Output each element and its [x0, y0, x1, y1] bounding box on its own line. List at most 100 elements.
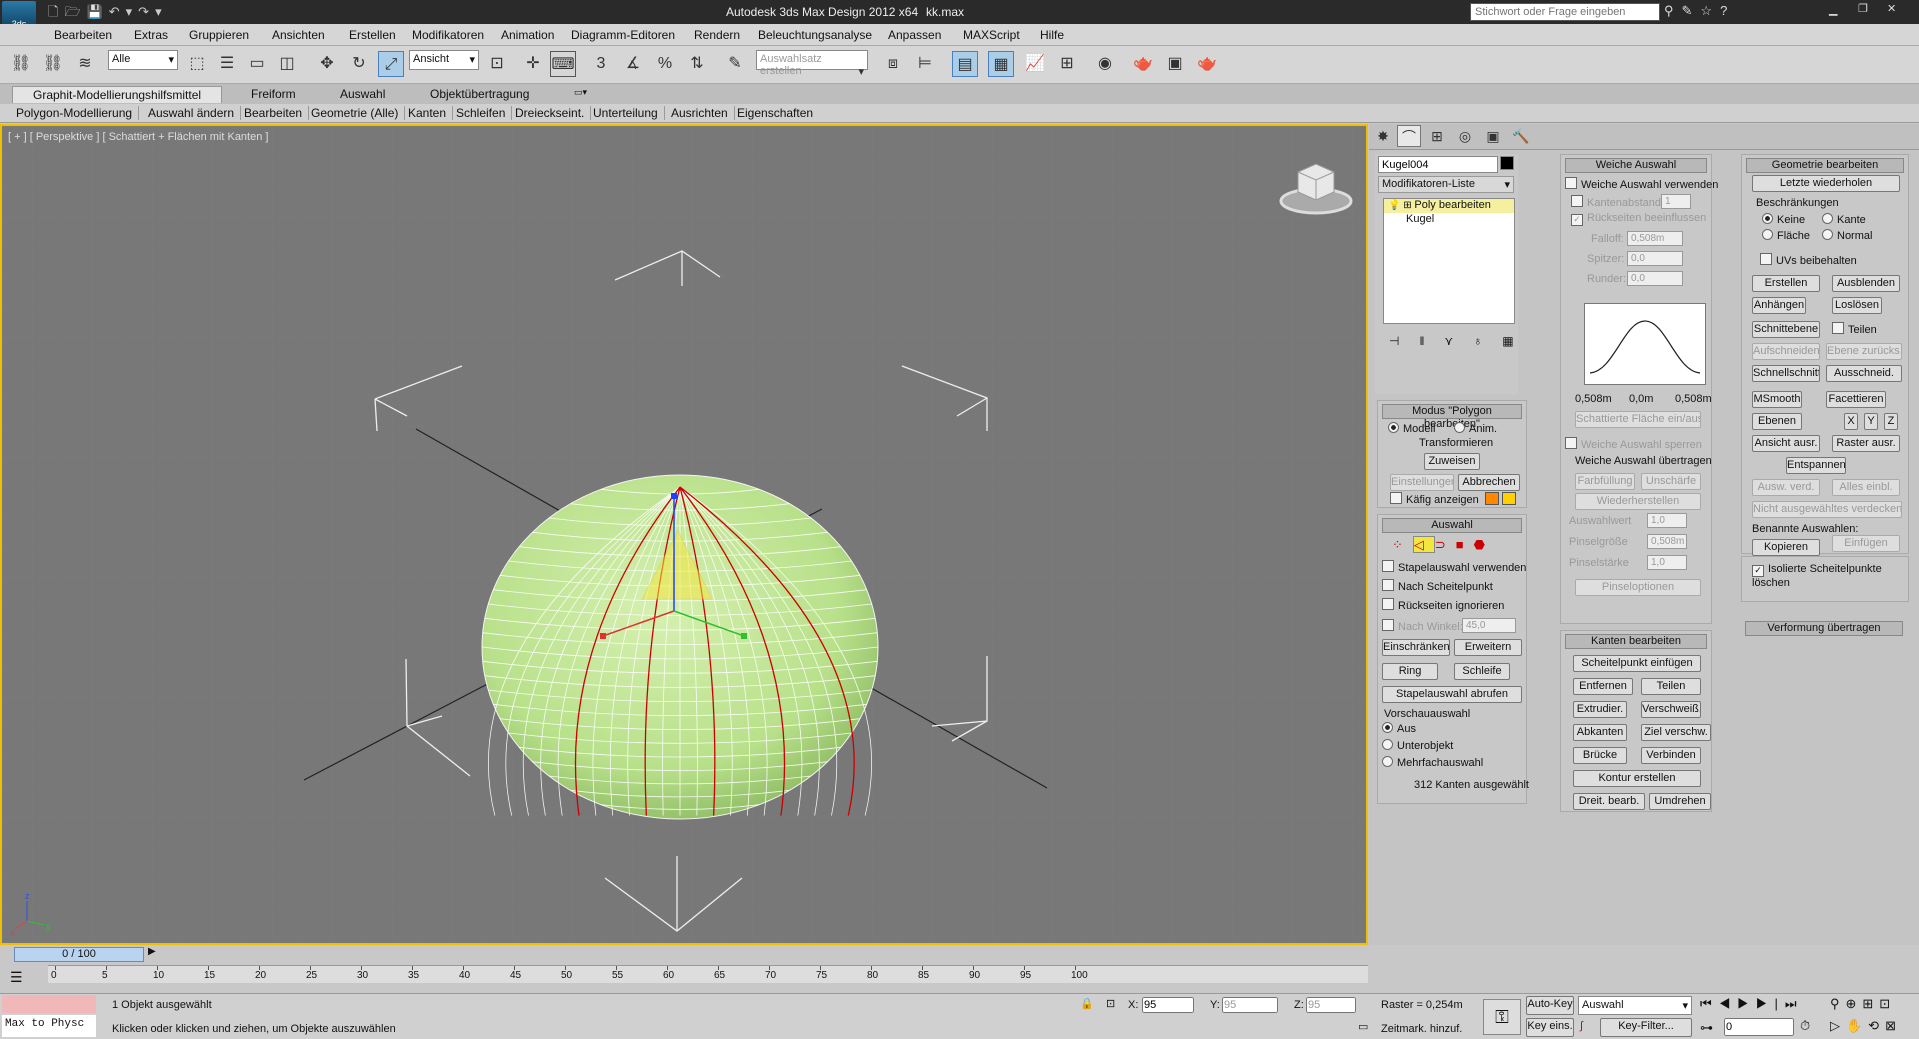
z-coord-input[interactable] [1306, 997, 1356, 1013]
reference-coord-dropdown[interactable]: Ansicht ▾ [409, 50, 479, 70]
runder-spinner[interactable]: 0,0 [1627, 271, 1683, 286]
bind-spacewarp-icon[interactable]: ≋ [72, 51, 98, 77]
move-icon[interactable]: ✥ [314, 51, 340, 77]
menu-diagramm-editoren[interactable]: Diagramm-Editoren [571, 28, 675, 42]
manipulate-icon[interactable]: ✛ [520, 51, 546, 77]
einstellungen-button[interactable]: Einstellungen [1390, 474, 1454, 491]
material-editor-icon[interactable]: ◉ [1092, 51, 1118, 77]
viewport-scene[interactable]: z x y [2, 126, 1366, 943]
ring-button[interactable]: Ring [1382, 663, 1438, 680]
subobject-level-icons[interactable]: ⁘◁⊃■⬣ [1392, 536, 1495, 553]
display-tab-icon[interactable]: ▣ [1481, 125, 1505, 147]
kantenabstand-checkbox[interactable]: Kantenabstand: [1571, 195, 1664, 209]
restore-button[interactable]: ❐ [1858, 2, 1868, 15]
letzte-wiederholen-button[interactable]: Letzte wiederholen [1752, 175, 1900, 192]
radio-kante[interactable]: Kante [1822, 213, 1866, 226]
auto-key-button[interactable]: Auto-Key [1526, 996, 1574, 1015]
falloff-spinner[interactable]: 0,508m [1627, 231, 1683, 246]
cage-color-2[interactable] [1502, 492, 1516, 505]
select-object-icon[interactable]: ⬚ [184, 51, 210, 77]
percent-snap-icon[interactable]: % [652, 51, 678, 77]
panel-bearbeiten[interactable]: Bearbeiten [244, 106, 310, 120]
radio-keine[interactable]: Keine [1762, 213, 1805, 226]
dreit-bearb-button[interactable]: Dreit. bearb. [1573, 793, 1645, 810]
ebene-zuruecks-button[interactable]: Ebene zurücks. [1826, 343, 1902, 360]
panel-geometrie[interactable]: Geometrie (Alle) [311, 106, 406, 120]
schematic-view-icon[interactable]: ⊞ [1054, 51, 1080, 77]
verschweissen-button[interactable]: Verschweiß. [1641, 701, 1701, 718]
modifier-list-dropdown[interactable]: Modifikatoren-Liste ▾ [1378, 176, 1514, 193]
pinselgroesse-spinner[interactable]: 0,508m [1647, 534, 1687, 549]
nicht-ausgewaehltes-button[interactable]: Nicht ausgewähltes verdecken [1752, 501, 1902, 518]
viewport-perspective[interactable]: [ + ] [ Perspektive ] [ Schattiert + Flä… [0, 124, 1368, 945]
menu-extras[interactable]: Extras [134, 28, 168, 42]
tab-auswahl[interactable]: Auswahl [340, 87, 385, 101]
snaps-3d-icon[interactable]: 3 [588, 51, 614, 77]
curve-editor-mini-icon[interactable]: ☰ [10, 969, 23, 986]
soft-selection-header[interactable]: Weiche Auswahl [1565, 158, 1707, 173]
rect-selection-icon[interactable]: ▭ [244, 51, 270, 77]
motion-tab-icon[interactable]: ◎ [1453, 125, 1477, 147]
pivot-icon[interactable]: ⊡ [484, 51, 510, 77]
rueckseiten-ignorieren-checkbox[interactable]: Rückseiten ignorieren [1382, 598, 1504, 612]
time-slider[interactable]: 0 / 100 [14, 947, 144, 962]
ausschneiden-button[interactable]: Ausschneid. [1826, 365, 1902, 382]
anhaengen-button[interactable]: Anhängen [1752, 297, 1806, 314]
bruecke-button[interactable]: Brücke [1573, 747, 1627, 764]
verbinden-button[interactable]: Verbinden [1641, 747, 1701, 764]
align-icon[interactable]: ⊨ [912, 51, 938, 77]
verformung-uebertragen-header[interactable]: Verformung übertragen [1745, 621, 1903, 636]
erweitern-button[interactable]: Erweitern [1454, 639, 1522, 656]
menu-gruppieren[interactable]: Gruppieren [189, 28, 249, 42]
panel-schleifen[interactable]: Schleifen [456, 106, 513, 120]
einfuegen-button[interactable]: Einfügen [1832, 535, 1900, 552]
aufschneiden-button[interactable]: Aufschneiden [1752, 343, 1820, 360]
time-slider-next-icon[interactable]: ▶ [148, 946, 156, 957]
entspannen-button[interactable]: Entspannen [1786, 457, 1846, 474]
menu-beleuchtungsanalyse[interactable]: Beleuchtungsanalyse [758, 28, 872, 42]
render-production-icon[interactable]: 🫖 [1194, 51, 1220, 77]
link-icon[interactable]: ⛓ [8, 51, 34, 77]
stapelauswahl-abrufen-button[interactable]: Stapelauswahl abrufen [1382, 686, 1522, 703]
menu-bearbeiten[interactable]: Bearbeiten [54, 28, 112, 42]
render-setup-icon[interactable]: 🫖 [1130, 51, 1156, 77]
isolierte-checkbox[interactable]: Isolierte Scheitelpunkte löschen [1752, 563, 1902, 589]
umdrehen-button[interactable]: Umdrehen [1649, 793, 1711, 810]
kantenabstand-spinner[interactable]: 1 [1661, 194, 1691, 209]
pinselstaerke-spinner[interactable]: 1,0 [1647, 555, 1687, 570]
radio-unterobjekt[interactable]: Unterobjekt [1382, 739, 1453, 752]
viewport-shading-icon[interactable]: ▭ [1358, 1020, 1368, 1033]
panel-unterteilung[interactable]: Unterteilung [593, 106, 665, 120]
menu-erstellen[interactable]: Erstellen [349, 28, 396, 42]
pinseloptionen-button[interactable]: Pinseloptionen [1575, 579, 1701, 596]
utilities-tab-icon[interactable]: 🔨 [1509, 125, 1533, 147]
panel-auswahl-aendern[interactable]: Auswahl ändern [148, 106, 242, 120]
hierarchy-tab-icon[interactable]: ⊞ [1425, 125, 1449, 147]
farbfuellung-button[interactable]: Farbfüllung [1575, 473, 1635, 490]
planar-z-button[interactable]: Z [1884, 413, 1898, 430]
maxscript-input[interactable]: Max to Physc [2, 1015, 96, 1037]
stack-item-poly-bearbeiten[interactable]: 💡 ⊞ Poly bearbeiten [1384, 199, 1514, 213]
panel-dreieckseint[interactable]: Dreieckseint. [515, 106, 592, 120]
menu-animation[interactable]: Animation [501, 28, 554, 42]
nach-winkel-checkbox[interactable]: Nach Winkel: [1382, 619, 1463, 633]
uvs-beibehalten-checkbox[interactable]: UVs beibehalten [1760, 253, 1857, 267]
nav-pan-icons[interactable]: ▷✋⟲⊠ [1830, 1018, 1902, 1034]
auswahlwert-spinner[interactable]: 1,0 [1647, 513, 1687, 528]
x-coord-input[interactable] [1142, 997, 1194, 1013]
zuweisen-button[interactable]: Zuweisen [1424, 453, 1480, 470]
edit-named-sets-icon[interactable]: ✎ [722, 51, 748, 77]
schnellschnitt-button[interactable]: Schnellschnitt [1752, 365, 1820, 382]
spinner-snap-icon[interactable]: ⇅ [684, 51, 710, 77]
panel-eigenschaften[interactable]: Eigenschaften [737, 106, 819, 120]
add-time-tag[interactable]: Zeitmark. hinzuf. [1381, 1023, 1462, 1035]
help-icons[interactable]: ⚲✎☆? [1664, 3, 1735, 19]
menu-hilfe[interactable]: Hilfe [1040, 28, 1064, 42]
help-search-input[interactable] [1470, 3, 1660, 21]
menu-modifikatoren[interactable]: Modifikatoren [412, 28, 484, 42]
minimize-button[interactable]: ▁ [1829, 3, 1837, 16]
ausw-verd-button[interactable]: Ausw. verd. [1752, 479, 1820, 496]
radio-mehrfach[interactable]: Mehrfachauswahl [1382, 756, 1483, 769]
window-crossing-icon[interactable]: ◫ [274, 51, 300, 77]
planar-y-button[interactable]: Y [1864, 413, 1878, 430]
